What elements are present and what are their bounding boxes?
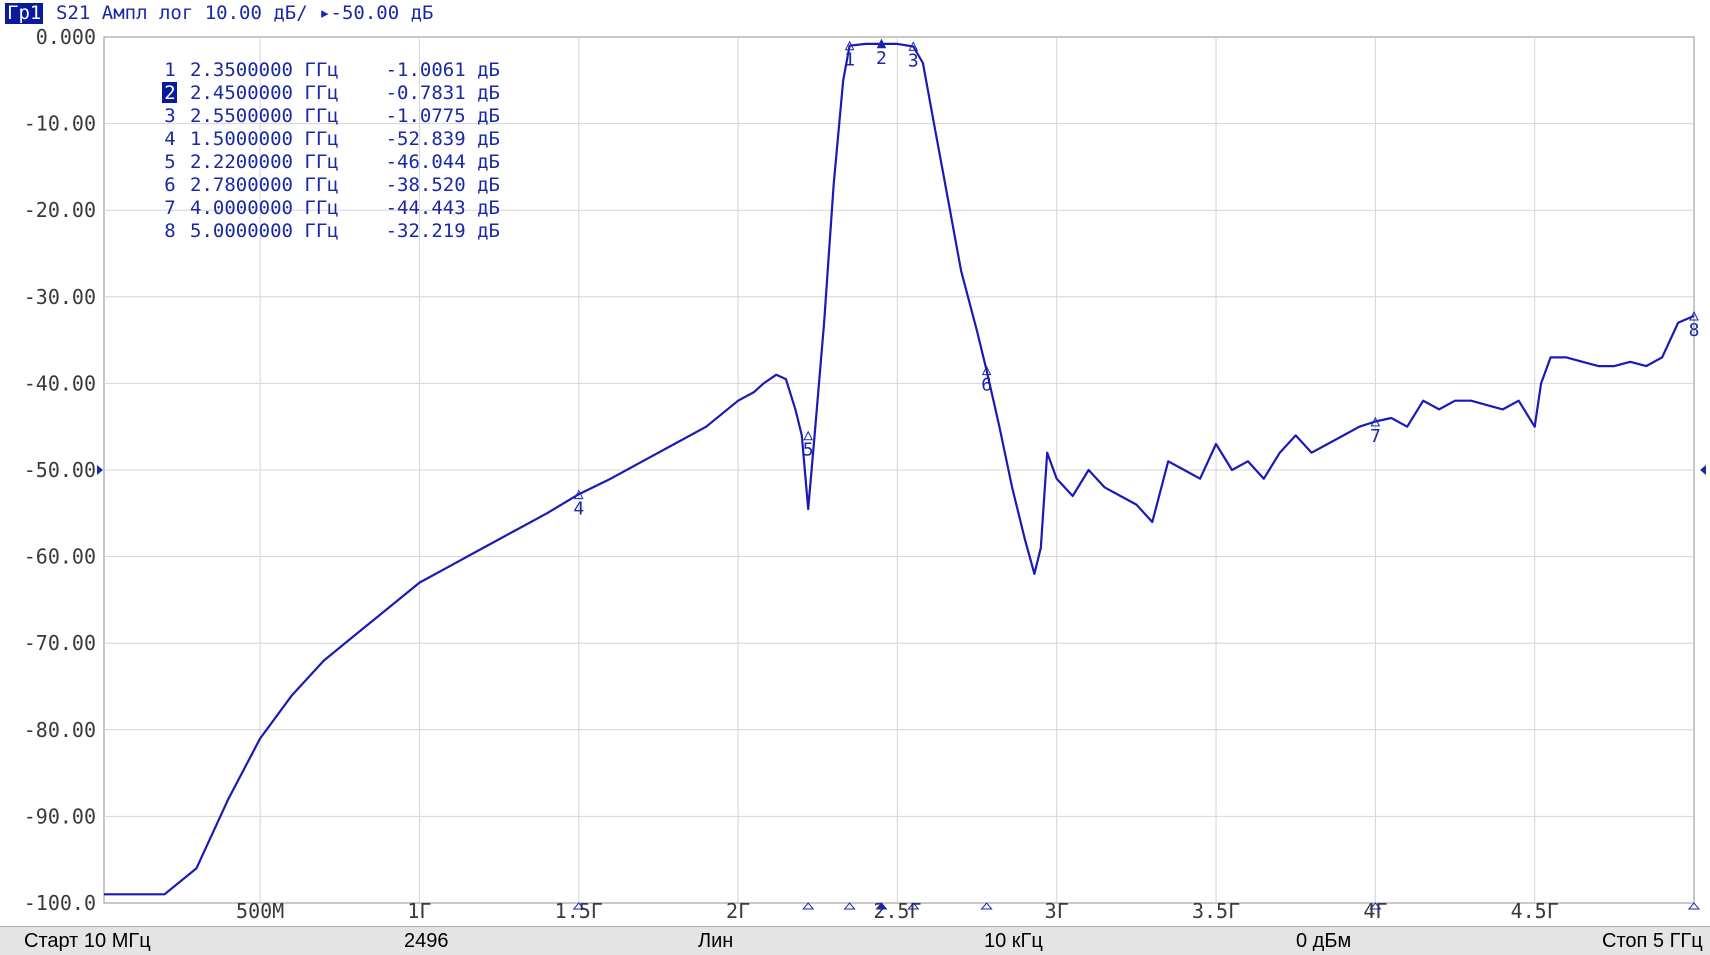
marker-table-num: 2 [164,82,175,104]
ref-arrow-left [97,465,103,475]
marker-table-freq: 2.2200000 ГГц [190,151,339,173]
marker-table-freq: 2.7800000 ГГц [190,174,339,196]
start-frequency[interactable]: Старт 10 МГц [24,930,151,953]
y-tick-label: -80.00 [24,718,96,742]
y-tick-labels: 0.000 -10.00 -20.00 -30.00 -40.00 -50.00 -60.0… [24,25,96,915]
marker-table-num: 6 [164,174,175,196]
y-tick-label: -60.00 [24,545,96,569]
marker-table-num: 8 [164,220,175,242]
marker-6-axis-tick [980,902,993,910]
marker-3-label: 3 [908,50,919,71]
y-tick-label: -10.00 [24,112,96,136]
if-bandwidth[interactable]: 10 кГц [984,930,1043,953]
stop-frequency[interactable]: Стоп 5 ГГц [1602,930,1703,953]
marker-table-value: -1.0775 дБ [386,105,500,127]
marker-table-value: -32.219 дБ [386,220,500,242]
marker-table-value: -0.7831 дБ [386,82,500,104]
marker-5-axis-tick [802,902,815,910]
y-tick-label: -90.00 [24,804,96,828]
marker-1-label: 1 [844,50,855,71]
x-tick-label: 4.5Г [1511,899,1559,923]
marker-8-label: 8 [1689,320,1700,341]
marker-7-label: 7 [1370,426,1381,447]
marker-table-freq: 2.4500000 ГГц [190,82,339,104]
marker-8-axis-tick [1687,902,1701,910]
marker-table-value: -1.0061 дБ [386,59,500,81]
x-tick-label: 3Г [1045,899,1069,923]
marker-table-num: 5 [164,151,175,173]
status-bar: Старт 10 МГц 2496 Лин 10 кГц 0 дБм Стоп … [0,926,1710,955]
points-count[interactable]: 2496 [404,930,449,953]
y-tick-label: -40.00 [24,371,96,395]
marker-table-value: -52.839 дБ [386,128,500,150]
y-tick-label: -20.00 [24,198,96,222]
marker-table-value: -38.520 дБ [386,174,500,196]
marker-1-axis-tick [843,902,856,910]
marker-table-value: -44.443 дБ [386,197,500,219]
x-tick-label: 3.5Г [1192,899,1240,923]
marker-2-label: 2 [876,48,887,69]
y-tick-label: -50.00 [24,458,96,482]
marker-table-freq: 1.5000000 ГГц [190,128,339,150]
marker-table-freq: 2.5500000 ГГц [190,105,339,127]
s21-chart[interactable]: 0.000 -10.00 -20.00 -30.00 -40.00 -50.00 -60.0… [0,0,1710,926]
marker-table-freq: 5.0000000 ГГц [190,220,339,242]
x-tick-label: 2.5Г [873,899,921,923]
marker-table-num: 7 [164,197,175,219]
x-tick-label: 1Г [407,899,431,923]
marker-table-num: 4 [164,128,175,150]
marker-table-freq: 4.0000000 ГГц [190,197,339,219]
x-tick-label: 2Г [726,899,750,923]
marker-6-label: 6 [981,375,992,396]
marker-table: 1 2.3500000 ГГц -1.0061 дБ 2 2.4500000 ГГц -0… [162,59,500,242]
marker-table-num: 1 [164,59,175,81]
y-tick-label: -30.00 [24,285,96,309]
sweep-type[interactable]: Лин [698,930,733,953]
marker-4-label: 4 [573,499,584,520]
x-tick-label: 500М [236,899,284,923]
marker-5-label: 5 [803,440,814,461]
marker-table-freq: 2.3500000 ГГц [190,59,339,81]
marker-table-value: -46.044 дБ [386,151,500,173]
y-tick-label: 0.000 [36,25,96,49]
y-tick-label: -70.00 [24,631,96,655]
y-tick-label: -100.0 [24,891,96,915]
ref-arrow-right [1700,465,1706,475]
power-level[interactable]: 0 дБм [1296,930,1351,953]
marker-table-num: 3 [164,105,175,127]
